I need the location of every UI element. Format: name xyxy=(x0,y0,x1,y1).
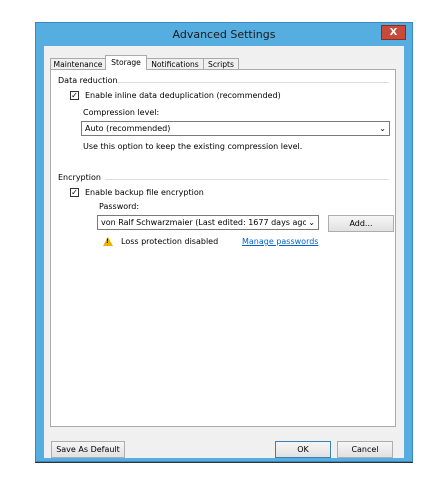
warning-icon-mark: ! xyxy=(106,238,109,245)
compression-level-dropdown[interactable]: Auto (recommended) ⌄ xyxy=(81,121,390,136)
window-title: Advanced Settings xyxy=(172,28,276,41)
tab-storage[interactable]: Storage xyxy=(105,55,147,70)
encryption-group-title: Encryption xyxy=(58,173,101,182)
tab-maintenance[interactable]: Maintenance xyxy=(50,58,106,69)
data-reduction-group-title: Data reduction xyxy=(58,76,118,85)
add-password-button[interactable]: Add... xyxy=(328,215,394,232)
window-shadow-line xyxy=(35,462,413,463)
encryption-divider xyxy=(105,179,389,180)
save-as-default-button[interactable]: Save As Default xyxy=(51,441,125,458)
tab-scripts[interactable]: Scripts xyxy=(203,58,239,69)
encryption-checkbox[interactable]: ✓ xyxy=(70,188,79,197)
dialog-client: Maintenance Storage Notifications Script… xyxy=(44,46,404,458)
advanced-settings-window: Advanced Settings X Maintenance Storage … xyxy=(35,22,413,462)
chevron-down-icon: ⌄ xyxy=(306,216,315,229)
close-button[interactable]: X xyxy=(381,25,406,40)
storage-tab-panel: Data reduction ✓ Enable inline data dedu… xyxy=(50,69,396,427)
encryption-label: Enable backup file encryption xyxy=(85,188,204,197)
compression-hint: Use this option to keep the existing com… xyxy=(83,142,303,151)
loss-protection-warning: Loss protection disabled xyxy=(121,237,219,246)
chevron-down-icon: ⌄ xyxy=(379,124,386,133)
ok-button[interactable]: OK xyxy=(275,441,331,458)
password-value: von Ralf Schwarzmaier (Last edited: 1677… xyxy=(101,218,311,227)
manage-passwords-link[interactable]: Manage passwords xyxy=(242,237,318,246)
dedup-checkbox[interactable]: ✓ xyxy=(70,91,79,100)
dedup-label: Enable inline data deduplication (recomm… xyxy=(85,91,281,100)
tab-notifications[interactable]: Notifications xyxy=(146,58,204,69)
password-dropdown[interactable]: von Ralf Schwarzmaier (Last edited: 1677… xyxy=(97,215,319,230)
password-label: Password: xyxy=(99,202,140,211)
compression-level-value: Auto (recommended) xyxy=(85,124,171,133)
data-reduction-divider xyxy=(117,82,389,83)
title-bar[interactable]: Advanced Settings X xyxy=(36,23,412,46)
compression-level-label: Compression level: xyxy=(83,108,160,117)
cancel-button[interactable]: Cancel xyxy=(337,441,393,458)
